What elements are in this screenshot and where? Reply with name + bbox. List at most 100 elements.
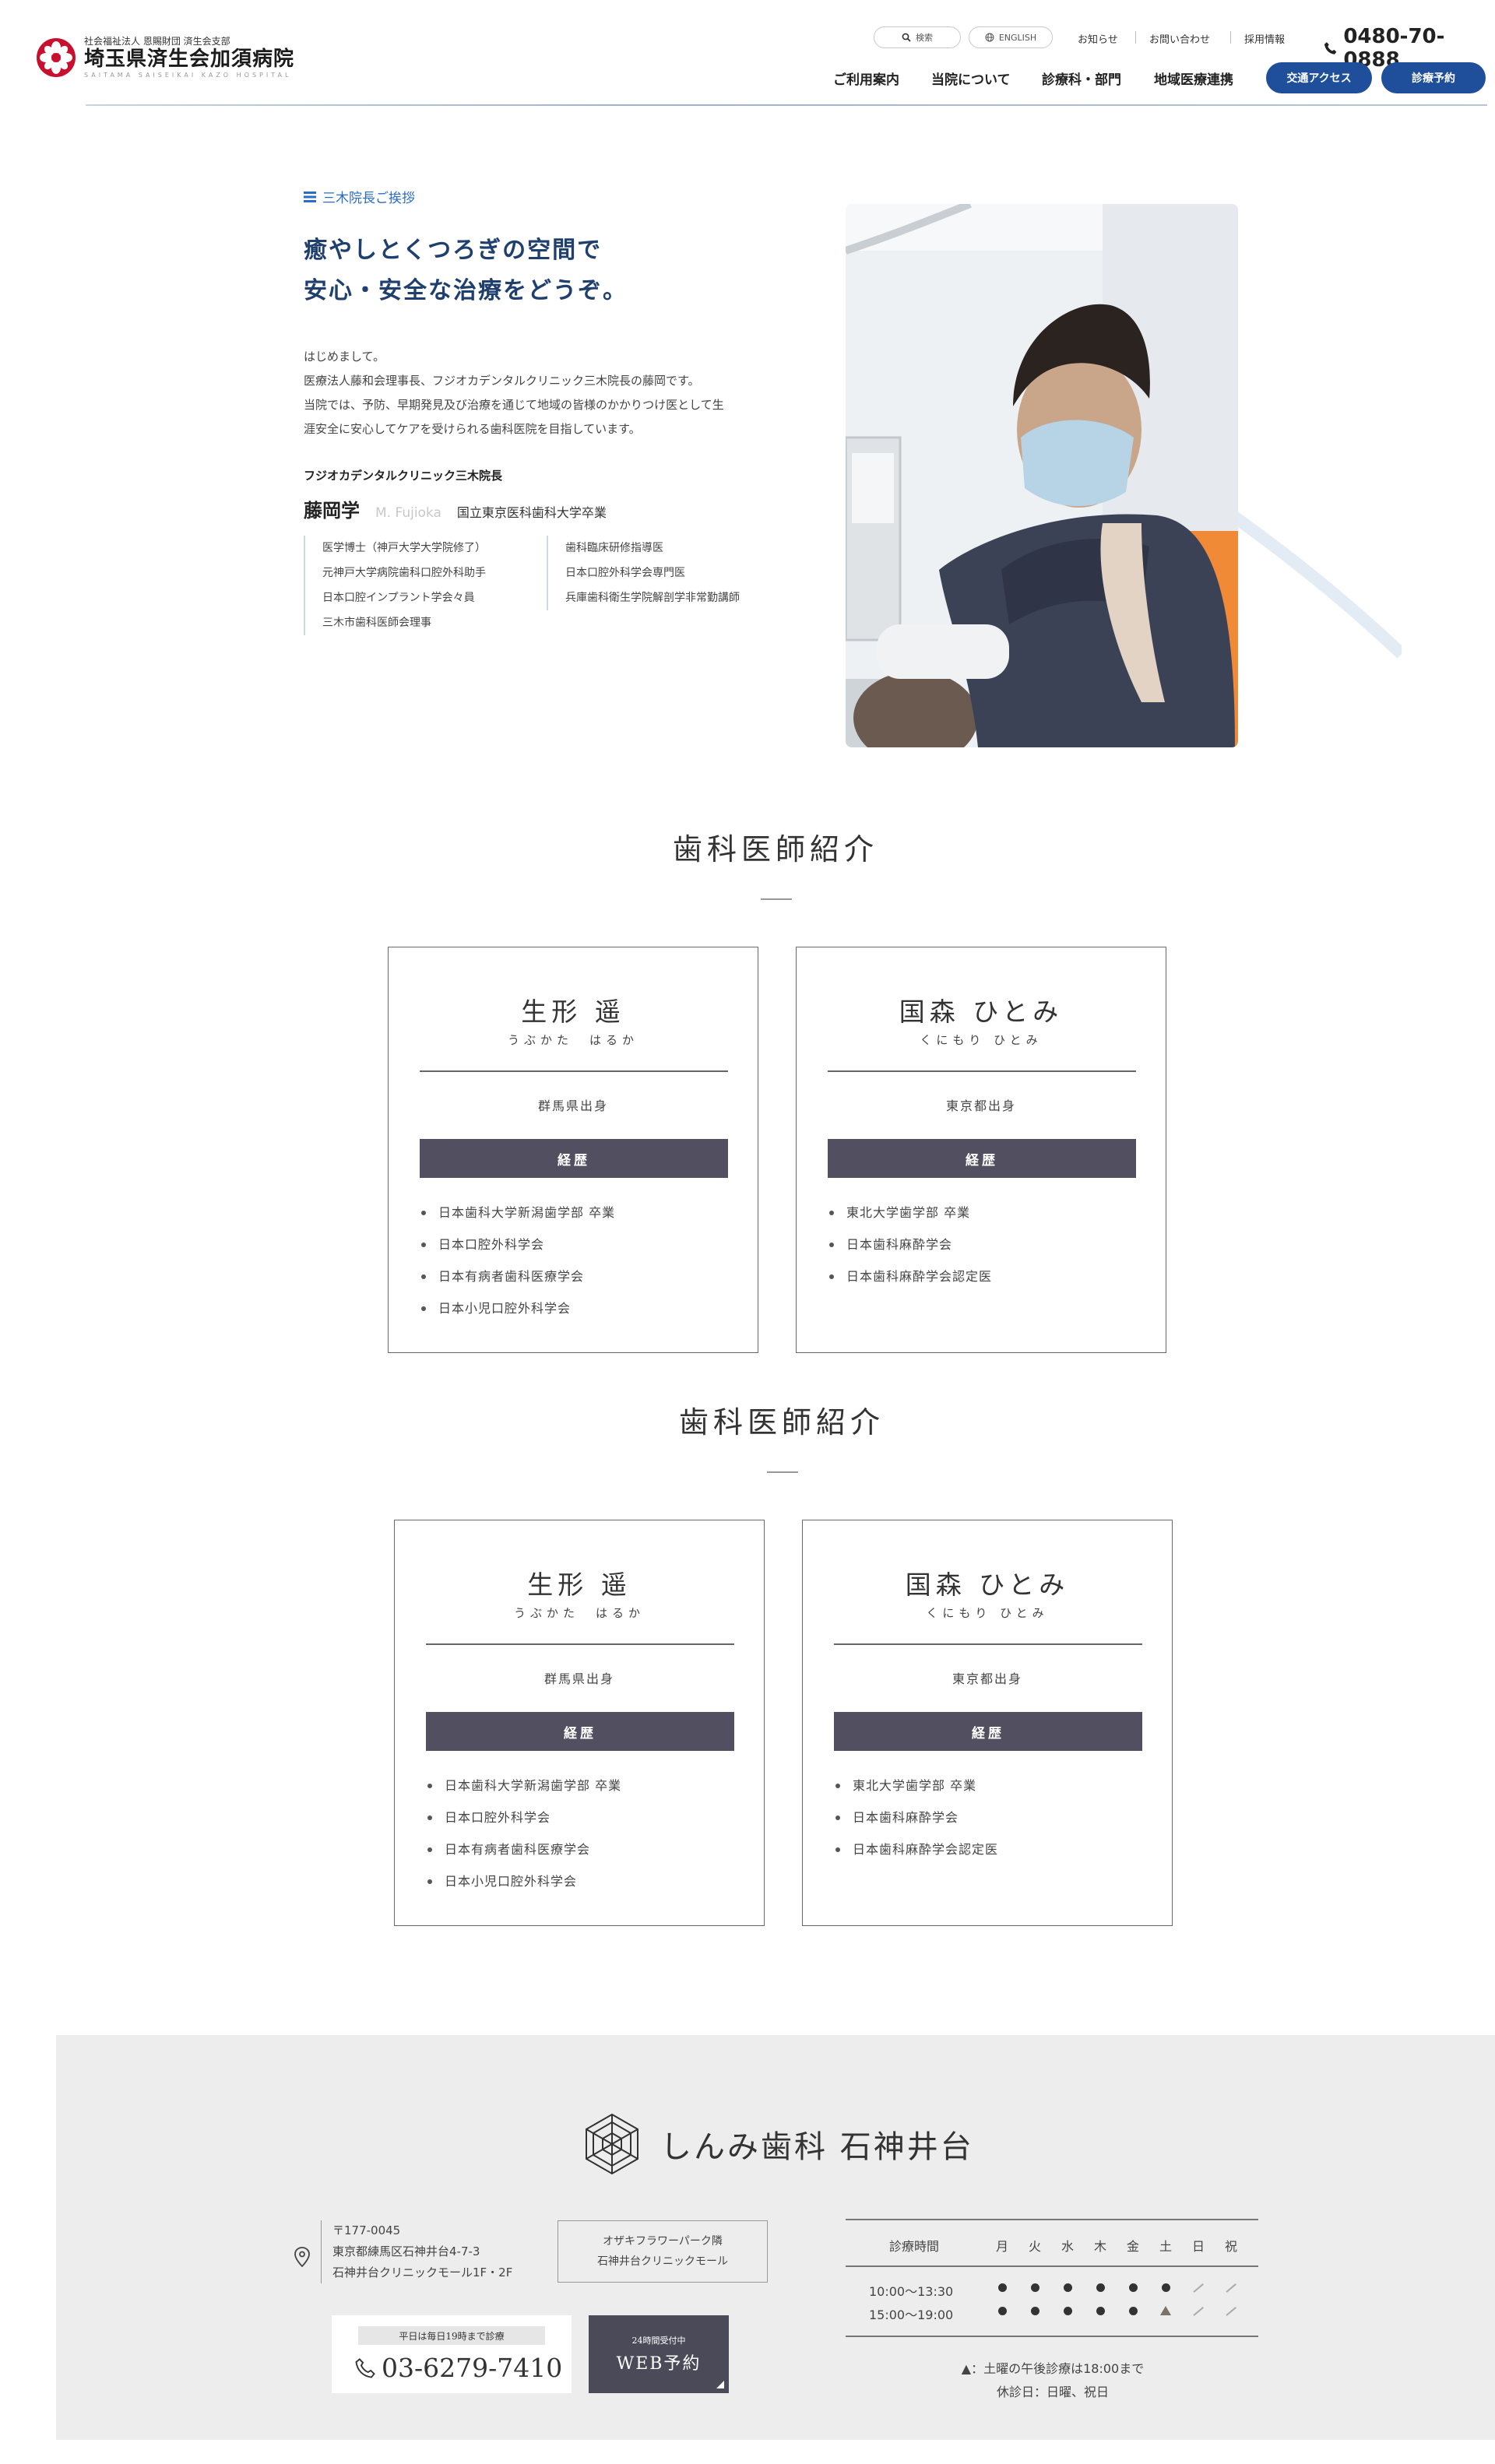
nav-usage-guide[interactable]: ご利用案内 bbox=[833, 69, 899, 88]
credential-item: 元神戸大学病院歯科口腔外科助手 bbox=[322, 567, 486, 579]
contact-link[interactable]: お問い合わせ bbox=[1149, 31, 1210, 46]
hours-header-label: 診療時間 bbox=[889, 2239, 940, 2254]
credentials-right: 歯科臨床研修指導医 日本口腔外科学会専門医 兵庫歯科衛生学院解剖学非常勤講師 bbox=[547, 536, 740, 610]
list-icon bbox=[304, 191, 316, 202]
time-slot: 15:00〜19:00 bbox=[869, 2308, 954, 2322]
open-mark bbox=[1031, 2307, 1039, 2315]
search-icon bbox=[902, 33, 911, 42]
tel-box[interactable]: 平日は毎日19時まで診療 03-6279-7410 bbox=[332, 2315, 572, 2393]
nav-about[interactable]: 当院について bbox=[931, 69, 1011, 88]
greeting-heading-line: 癒やしとくつろぎの空間で bbox=[304, 237, 603, 264]
nav-regional-cooperation[interactable]: 地域医療連携 bbox=[1154, 69, 1233, 88]
career-item: 日本歯科麻酔学会認定医 bbox=[828, 1260, 992, 1292]
credential-item: 三木市歯科医師会理事 bbox=[322, 617, 431, 629]
open-mark bbox=[998, 2307, 1007, 2315]
open-mark bbox=[1129, 2307, 1138, 2315]
greeting-paragraph: 当院では、予防、早期発見及び治療を通じて地域の皆様のかかりつけ医として生 bbox=[304, 398, 724, 412]
doctor-kana: くにもり ひとみ bbox=[926, 1606, 1049, 1620]
career-item: 東北大学歯学部 卒業 bbox=[828, 1197, 992, 1228]
career-item: 日本歯科麻酔学会認定医 bbox=[834, 1833, 998, 1865]
footer-clinic-name: しんみ歯科 石神井台 bbox=[660, 2129, 974, 2165]
logo-english: SAITAMA SAISEIKAI KAZO HOSPITAL bbox=[84, 72, 292, 79]
day-header: 火 bbox=[1028, 2239, 1041, 2254]
doctor-name: 国森 ひとみ bbox=[899, 996, 1064, 1027]
greeting-body: はじめまして。 医療法人藤和会理事長、フジオカデンタルクリニック三木院長の藤岡で… bbox=[304, 345, 802, 441]
credential-item: 日本口腔外科学会専門医 bbox=[565, 567, 685, 579]
doctor-kana: うぶかた はるか bbox=[507, 1033, 638, 1047]
director-school: 国立東京医科歯科大学卒業 bbox=[456, 505, 607, 520]
time-slot: 10:00〜13:30 bbox=[869, 2284, 954, 2299]
card-divider bbox=[420, 1070, 728, 1072]
address-line: 石神井台クリニックモール1F・2F bbox=[332, 2265, 513, 2279]
doctor-card: 生形 遥 うぶかた はるか 群馬県出身 経歴 日本歯科大学新潟歯学部 卒業 日本… bbox=[394, 1520, 765, 1926]
open-mark bbox=[1096, 2283, 1105, 2292]
career-item: 日本小児口腔外科学会 bbox=[426, 1865, 621, 1897]
search-button[interactable]: 検索 bbox=[874, 26, 961, 48]
tel-number: 03-6279-7410 bbox=[382, 2353, 563, 2383]
hours-note-line: ▲：土曜の午後診療は18:00まで bbox=[961, 2361, 1145, 2376]
career-heading: 経歴 bbox=[834, 1712, 1142, 1751]
table-rule bbox=[846, 2219, 1258, 2220]
open-mark bbox=[998, 2283, 1007, 2292]
director-title: フジオカデンタルクリニック三木院長 bbox=[304, 469, 503, 483]
hospital-logo[interactable]: 社会福祉法人 恩賜財団 済生会支部 埼玉県済生会加須病院 SAITAMA SAI… bbox=[36, 36, 294, 79]
landmark-line: オザキフラワーパーク隣 bbox=[603, 2235, 723, 2248]
career-list: 東北大学歯学部 卒業 日本歯科麻酔学会 日本歯科麻酔学会認定医 bbox=[834, 1770, 998, 1865]
open-mark bbox=[1064, 2283, 1072, 2292]
career-list: 東北大学歯学部 卒業 日本歯科麻酔学会 日本歯科麻酔学会認定医 bbox=[828, 1197, 992, 1292]
open-mark bbox=[1129, 2283, 1138, 2292]
doctor-name: 生形 遥 bbox=[521, 996, 625, 1027]
hours-note: ▲：土曜の午後診療は18:00まで 休診日：日曜、祝日 bbox=[936, 2357, 1170, 2404]
career-item: 日本有病者歯科医療学会 bbox=[426, 1833, 621, 1865]
recruit-link[interactable]: 採用情報 bbox=[1244, 31, 1285, 46]
card-divider bbox=[828, 1070, 1136, 1072]
open-mark bbox=[1096, 2307, 1105, 2315]
career-item: 東北大学歯学部 卒業 bbox=[834, 1770, 998, 1801]
web-reservation-label: WEB予約 bbox=[616, 2354, 702, 2374]
map-pin-icon bbox=[294, 2247, 310, 2267]
section-title: 歯科医師紹介 bbox=[672, 832, 878, 866]
web-reservation-note: 24時間受付中 bbox=[631, 2336, 686, 2346]
career-item: 日本口腔外科学会 bbox=[420, 1228, 615, 1260]
director-name-row: 藤岡学 M. Fujioka 国立東京医科歯科大学卒業 bbox=[304, 495, 607, 522]
access-button[interactable]: 交通アクセス bbox=[1266, 62, 1372, 93]
career-item: 日本歯科麻酔学会 bbox=[828, 1228, 992, 1260]
open-mark bbox=[1031, 2283, 1039, 2292]
closed-mark bbox=[1193, 2307, 1204, 2316]
header-divider bbox=[86, 104, 1487, 106]
greeting-label-text: 三木院長ご挨拶 bbox=[322, 191, 415, 206]
reserve-button[interactable]: 診療予約 bbox=[1381, 62, 1486, 93]
nav-departments[interactable]: 診療科・部門 bbox=[1042, 69, 1121, 88]
director-photo bbox=[846, 204, 1238, 747]
phone-icon bbox=[355, 2357, 375, 2378]
site-header: 社会福祉法人 恩賜財団 済生会支部 埼玉県済生会加須病院 SAITAMA SAI… bbox=[0, 0, 1495, 106]
greeting-paragraph: はじめまして。 bbox=[304, 350, 385, 364]
table-rule bbox=[846, 2265, 1258, 2267]
table-rule bbox=[846, 2336, 1258, 2337]
career-item: 日本歯科大学新潟歯学部 卒業 bbox=[420, 1197, 615, 1228]
greeting-heading-line: 安心・安全な治療をどうぞ。 bbox=[304, 277, 628, 304]
address-line: 〒177-0045 bbox=[332, 2223, 401, 2237]
doctor-kana: くにもり ひとみ bbox=[920, 1033, 1043, 1047]
credential-item: 兵庫歯科衛生学院解剖学非常勤講師 bbox=[565, 592, 740, 604]
news-link[interactable]: お知らせ bbox=[1078, 31, 1118, 46]
career-item: 日本小児口腔外科学会 bbox=[420, 1292, 615, 1324]
credentials-left: 医学博士（神戸大学大学院修了） 元神戸大学病院歯科口腔外科助手 日本口腔インプラ… bbox=[304, 536, 486, 635]
section-title-rule bbox=[767, 1471, 798, 1473]
english-button[interactable]: ENGLISH bbox=[969, 26, 1053, 48]
career-heading: 経歴 bbox=[426, 1712, 734, 1751]
credential-item: 医学博士（神戸大学大学院修了） bbox=[322, 542, 486, 554]
greeting-heading: 癒やしとくつろぎの空間で 安心・安全な治療をどうぞ。 bbox=[304, 230, 628, 311]
tel-number-row: 03-6279-7410 bbox=[355, 2353, 562, 2383]
logo-title: 埼玉県済生会加須病院 bbox=[84, 47, 295, 71]
greeting-paragraph: 医療法人藤和会理事長、フジオカデンタルクリニック三木院長の藤岡です。 bbox=[304, 374, 700, 388]
day-header: 祝 bbox=[1224, 2239, 1237, 2254]
credential-item: 日本口腔インプラント学会々員 bbox=[322, 592, 475, 604]
career-item: 日本有病者歯科医療学会 bbox=[420, 1260, 615, 1292]
day-header: 金 bbox=[1126, 2239, 1139, 2254]
corner-arrow-icon bbox=[716, 2381, 724, 2388]
web-reservation-button[interactable]: 24時間受付中 WEB予約 bbox=[589, 2315, 729, 2393]
footer-logo[interactable]: しんみ歯科 石神井台 bbox=[579, 2111, 974, 2177]
doctor-origin: 群馬県出身 bbox=[537, 1098, 608, 1113]
globe-icon bbox=[985, 33, 994, 42]
